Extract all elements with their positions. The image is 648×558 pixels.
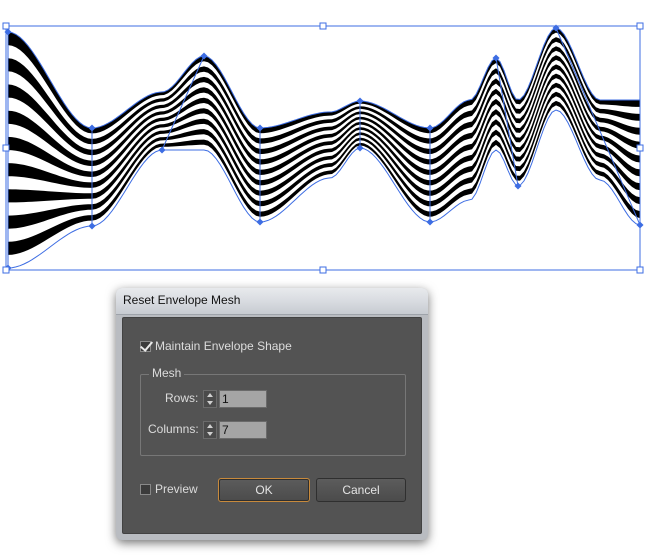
ok-button[interactable]: OK bbox=[218, 478, 310, 502]
columns-stepper[interactable] bbox=[203, 421, 217, 439]
rows-decrement-icon[interactable] bbox=[207, 401, 213, 405]
preview-label[interactable]: Preview bbox=[155, 482, 198, 496]
rows-increment-icon[interactable] bbox=[207, 393, 213, 397]
dialog-titlebar[interactable]: Reset Envelope Mesh bbox=[116, 288, 428, 315]
columns-label: Columns: bbox=[148, 422, 199, 436]
maintain-envelope-shape-label[interactable]: Maintain Envelope Shape bbox=[155, 339, 292, 353]
bounding-box-handle[interactable] bbox=[2, 144, 10, 152]
dialog-body: Maintain Envelope Shape Mesh Rows: 1 Col… bbox=[122, 317, 422, 534]
mesh-group-box bbox=[140, 374, 406, 456]
mesh-anchor-point[interactable] bbox=[158, 146, 166, 154]
envelope-mesh bbox=[4, 24, 644, 272]
envelope-bottom-edge bbox=[7, 109, 641, 269]
mesh-anchor-point[interactable] bbox=[514, 182, 522, 190]
bounding-box-handle[interactable] bbox=[319, 266, 327, 274]
preview-checkbox[interactable] bbox=[140, 484, 151, 495]
columns-increment-icon[interactable] bbox=[207, 424, 213, 428]
bounding-box-handle[interactable] bbox=[636, 266, 644, 274]
rows-stepper[interactable] bbox=[203, 390, 217, 408]
dialog-title: Reset Envelope Mesh bbox=[123, 293, 241, 307]
bounding-box-handle[interactable] bbox=[636, 22, 644, 30]
rows-label: Rows: bbox=[165, 391, 199, 405]
maintain-envelope-shape-checkbox[interactable] bbox=[140, 341, 151, 352]
mesh-anchor-point[interactable] bbox=[256, 218, 264, 226]
cancel-button[interactable]: Cancel bbox=[316, 478, 406, 502]
artwork-canvas[interactable] bbox=[0, 0, 648, 280]
bounding-box-handle[interactable] bbox=[2, 22, 10, 30]
reset-envelope-mesh-dialog: Reset Envelope Mesh Maintain Envelope Sh… bbox=[116, 288, 428, 540]
columns-input[interactable]: 7 bbox=[219, 421, 267, 439]
mesh-anchor-point[interactable] bbox=[88, 222, 96, 230]
rows-input[interactable]: 1 bbox=[219, 390, 267, 408]
mesh-group-label: Mesh bbox=[149, 366, 185, 380]
bounding-box-handle[interactable] bbox=[319, 22, 327, 30]
bounding-box-handle[interactable] bbox=[2, 266, 10, 274]
mesh-anchor-point[interactable] bbox=[426, 218, 434, 226]
columns-decrement-icon[interactable] bbox=[207, 432, 213, 436]
bounding-box-handle[interactable] bbox=[636, 144, 644, 152]
